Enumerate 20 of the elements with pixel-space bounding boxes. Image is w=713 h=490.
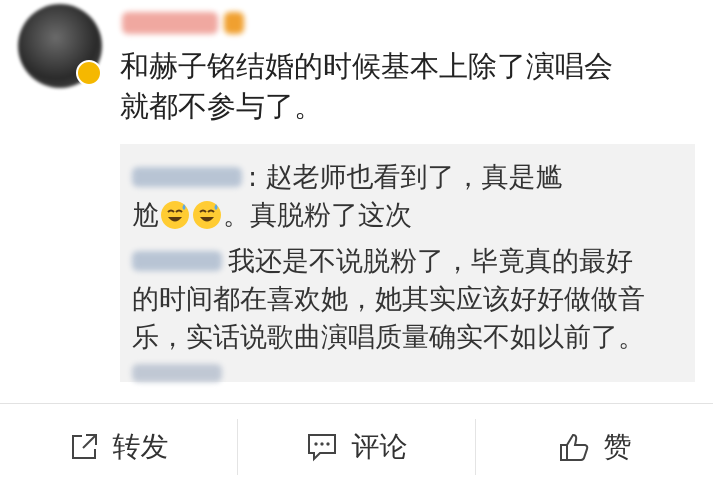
post-text: 就都不参与了。 [120,88,324,125]
reply-text: 我还是不说脱粉了，毕竟真的最好 [228,245,633,279]
blurred-username[interactable] [132,251,222,271]
blurred-badge-icon [224,12,244,34]
like-button[interactable]: 赞 [475,419,713,475]
comment-button[interactable]: 评论 [237,419,475,475]
comment-icon [306,432,338,462]
verified-badge-icon [76,60,102,86]
reply-text: 乐，实话说歌曲演唱质量确实不如以前了。 [132,321,645,355]
reply-text: 。真脱粉了这次 [223,199,412,233]
post-text: 和赫子铭结婚的时候基本上除了演唱会 [120,48,614,85]
reply-text: 的时间都在喜欢她，她其实应该好好做做音 [132,283,645,317]
reply-text: 尬 [132,199,159,233]
blurred-username[interactable] [132,167,242,187]
thumbs-up-icon [558,432,590,462]
share-button[interactable]: 转发 [0,419,237,475]
sweat-smile-icon [160,200,190,230]
avatar[interactable] [18,4,102,88]
reply-text: : 赵老师也看到了，真是尴 [248,161,563,195]
sweat-smile-icon [192,200,222,230]
